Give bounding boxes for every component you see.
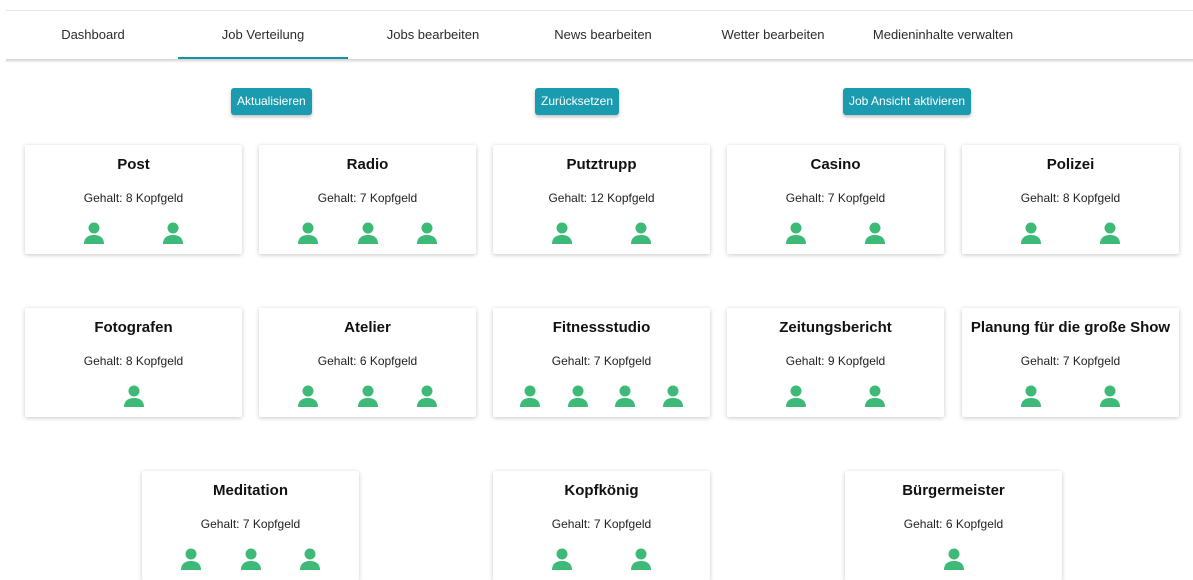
job-title: Zeitungsbericht bbox=[779, 319, 892, 336]
worker-slots bbox=[142, 548, 359, 570]
job-title: Casino bbox=[810, 156, 861, 173]
job-salary: Gehalt: 8 Kopfgeld bbox=[83, 191, 184, 205]
activate-job-view-button[interactable]: Job Ansicht aktivieren bbox=[843, 88, 972, 115]
person-icon[interactable] bbox=[864, 385, 886, 407]
job-card[interactable]: Putztrupp Gehalt: 12 Kopfgeld bbox=[493, 145, 710, 254]
main-tab-bar: Dashboard Job Verteilung Jobs bearbeiten… bbox=[6, 11, 1193, 59]
person-icon[interactable] bbox=[630, 222, 652, 244]
person-icon[interactable] bbox=[162, 222, 184, 244]
person-icon[interactable] bbox=[785, 222, 807, 244]
person-icon[interactable] bbox=[630, 548, 652, 570]
worker-slots bbox=[962, 385, 1179, 407]
tab-bar-shadow bbox=[6, 59, 1193, 63]
job-title: Polizei bbox=[1046, 156, 1095, 173]
job-title: Post bbox=[117, 156, 150, 173]
job-card[interactable]: Atelier Gehalt: 6 Kopfgeld bbox=[259, 308, 476, 417]
tab-wetter-bearbeiten[interactable]: Wetter bearbeiten bbox=[688, 11, 858, 59]
job-title: Fotografen bbox=[94, 319, 173, 336]
worker-slots bbox=[493, 385, 710, 407]
job-card[interactable]: Polizei Gehalt: 8 Kopfgeld bbox=[962, 145, 1179, 254]
person-icon[interactable] bbox=[943, 548, 965, 570]
worker-slots bbox=[845, 548, 1062, 570]
worker-slots bbox=[25, 222, 242, 244]
person-icon[interactable] bbox=[614, 385, 636, 407]
job-title: Atelier bbox=[344, 319, 391, 336]
job-salary: Gehalt: 6 Kopfgeld bbox=[317, 354, 418, 368]
person-icon[interactable] bbox=[785, 385, 807, 407]
job-title: Kopfkönig bbox=[564, 482, 639, 499]
person-icon[interactable] bbox=[1020, 222, 1042, 244]
tab-jobs-bearbeiten[interactable]: Jobs bearbeiten bbox=[348, 11, 518, 59]
person-icon[interactable] bbox=[297, 385, 319, 407]
person-icon[interactable] bbox=[240, 548, 262, 570]
job-title: Radio bbox=[346, 156, 389, 173]
job-card[interactable]: Fotografen Gehalt: 8 Kopfgeld bbox=[25, 308, 242, 417]
job-card[interactable]: Post Gehalt: 8 Kopfgeld bbox=[25, 145, 242, 254]
job-card[interactable]: Planung für die große Show Gehalt: 7 Kopf… bbox=[962, 308, 1179, 417]
job-card[interactable]: Casino Gehalt: 7 Kopfgeld bbox=[727, 145, 944, 254]
person-icon[interactable] bbox=[416, 385, 438, 407]
job-salary: Gehalt: 8 Kopfgeld bbox=[1020, 191, 1121, 205]
tab-medieninhalte-verwalten[interactable]: Medieninhalte verwalten bbox=[858, 11, 1028, 59]
person-icon[interactable] bbox=[123, 385, 145, 407]
person-icon[interactable] bbox=[1099, 222, 1121, 244]
person-icon[interactable] bbox=[662, 385, 684, 407]
person-icon[interactable] bbox=[416, 222, 438, 244]
person-icon[interactable] bbox=[297, 222, 319, 244]
job-card[interactable]: Radio Gehalt: 7 Kopfgeld bbox=[259, 145, 476, 254]
job-salary: Gehalt: 8 Kopfgeld bbox=[83, 354, 184, 368]
tab-dashboard[interactable]: Dashboard bbox=[8, 11, 178, 59]
tab-news-bearbeiten[interactable]: News bearbeiten bbox=[518, 11, 688, 59]
refresh-button[interactable]: Aktualisieren bbox=[231, 88, 312, 115]
job-card[interactable]: Bürgermeister Gehalt: 6 Kopfgeld bbox=[845, 471, 1062, 580]
job-card[interactable]: Kopfkönig Gehalt: 7 Kopfgeld bbox=[493, 471, 710, 580]
job-title: Planung für die große Show bbox=[970, 319, 1171, 336]
worker-slots bbox=[727, 222, 944, 244]
job-card[interactable]: Zeitungsbericht Gehalt: 9 Kopfgeld bbox=[727, 308, 944, 417]
job-title: Fitnessstudio bbox=[552, 319, 651, 336]
job-salary: Gehalt: 7 Kopfgeld bbox=[551, 517, 652, 531]
person-icon[interactable] bbox=[357, 385, 379, 407]
worker-slots bbox=[493, 222, 710, 244]
job-salary: Gehalt: 7 Kopfgeld bbox=[1020, 354, 1121, 368]
person-icon[interactable] bbox=[567, 385, 589, 407]
worker-slots bbox=[493, 548, 710, 570]
job-card[interactable]: Fitnessstudio Gehalt: 7 Kopfgeld bbox=[493, 308, 710, 417]
person-icon[interactable] bbox=[357, 222, 379, 244]
job-salary: Gehalt: 7 Kopfgeld bbox=[317, 191, 418, 205]
job-salary: Gehalt: 12 Kopfgeld bbox=[548, 191, 655, 205]
person-icon[interactable] bbox=[551, 222, 573, 244]
person-icon[interactable] bbox=[864, 222, 886, 244]
worker-slots bbox=[259, 222, 476, 244]
job-card[interactable]: Meditation Gehalt: 7 Kopfgeld bbox=[142, 471, 359, 580]
person-icon[interactable] bbox=[83, 222, 105, 244]
job-title: Meditation bbox=[213, 482, 288, 499]
worker-slots bbox=[727, 385, 944, 407]
person-icon[interactable] bbox=[180, 548, 202, 570]
job-salary: Gehalt: 7 Kopfgeld bbox=[200, 517, 301, 531]
person-icon[interactable] bbox=[1020, 385, 1042, 407]
worker-slots bbox=[259, 385, 476, 407]
person-icon[interactable] bbox=[1099, 385, 1121, 407]
job-salary: Gehalt: 9 Kopfgeld bbox=[785, 354, 886, 368]
reset-button[interactable]: Zurücksetzen bbox=[535, 88, 620, 115]
job-title: Putztrupp bbox=[566, 156, 637, 173]
job-title: Bürgermeister bbox=[902, 482, 1005, 499]
person-icon[interactable] bbox=[551, 548, 573, 570]
job-salary: Gehalt: 7 Kopfgeld bbox=[551, 354, 652, 368]
worker-slots bbox=[962, 222, 1179, 244]
person-icon[interactable] bbox=[519, 385, 541, 407]
tab-job-verteilung[interactable]: Job Verteilung bbox=[178, 11, 348, 59]
worker-slots bbox=[25, 385, 242, 407]
job-salary: Gehalt: 7 Kopfgeld bbox=[785, 191, 886, 205]
person-icon[interactable] bbox=[299, 548, 321, 570]
job-salary: Gehalt: 6 Kopfgeld bbox=[903, 517, 1004, 531]
